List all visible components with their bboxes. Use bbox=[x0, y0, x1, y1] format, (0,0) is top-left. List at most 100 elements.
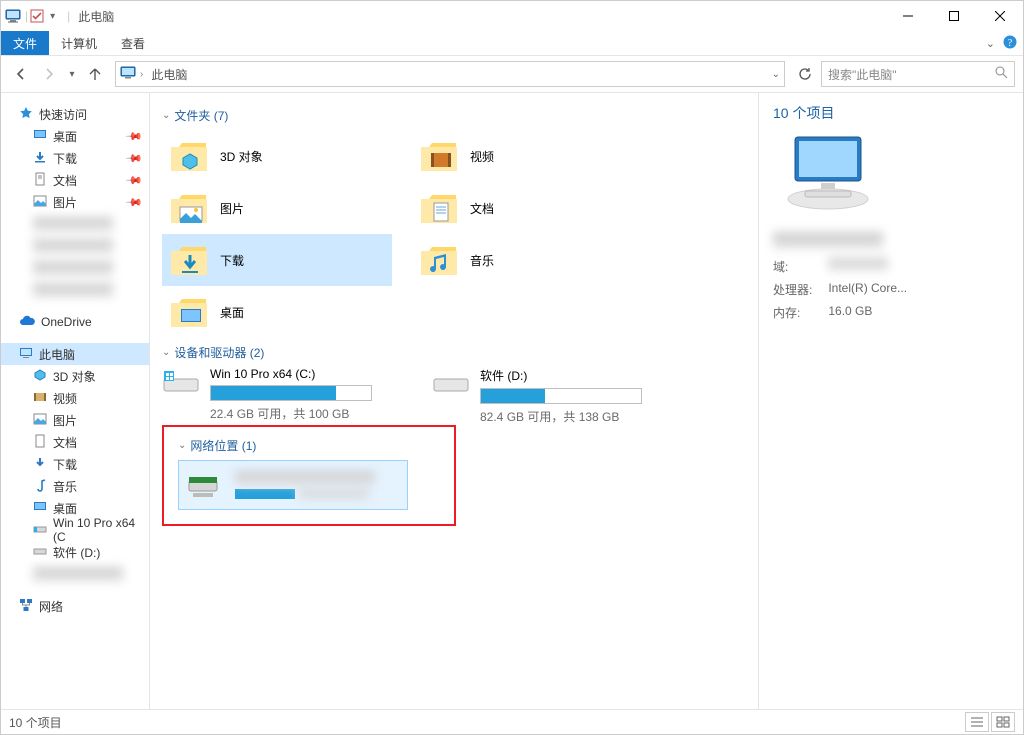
content-area: 快速访问 桌面📌 下载📌 文档📌 图片📌 bbox=[1, 93, 1023, 709]
maximize-button[interactable] bbox=[931, 1, 977, 31]
folder-documents[interactable]: 文档 bbox=[412, 182, 642, 234]
pc-large-icon bbox=[781, 133, 1009, 216]
sidebar-item-label: 桌面 bbox=[53, 500, 77, 517]
sidebar-item-label: 视频 bbox=[53, 390, 77, 407]
documents-icon bbox=[33, 172, 47, 189]
folder-pictures[interactable]: 图片 bbox=[162, 182, 392, 234]
qat-chevron-icon[interactable]: ▾ bbox=[46, 11, 59, 22]
quick-access-toolbar: | ▾ bbox=[25, 9, 59, 23]
tab-view[interactable]: 查看 bbox=[109, 31, 157, 55]
desktop-icon bbox=[33, 500, 47, 517]
group-header-network[interactable]: ⌄ 网络位置 (1) bbox=[178, 437, 440, 454]
folder-label: 音乐 bbox=[470, 252, 494, 269]
sidebar-qa-downloads[interactable]: 下载📌 bbox=[1, 147, 149, 169]
folder-3d-objects[interactable]: 3D 对象 bbox=[162, 130, 392, 182]
sidebar-qa-blurred-2[interactable] bbox=[1, 235, 149, 257]
sidebar-qa-documents[interactable]: 文档 📌 bbox=[1, 169, 149, 191]
view-icons-button[interactable] bbox=[991, 712, 1015, 732]
qat-sep: | bbox=[25, 9, 28, 23]
sidebar-qa-blurred-1[interactable] bbox=[1, 213, 149, 235]
status-bar: 10 个项目 bbox=[1, 709, 1023, 734]
pictures-icon bbox=[33, 194, 47, 211]
pin-icon: 📌 bbox=[125, 171, 144, 190]
sidebar-pc-downloads[interactable]: 下载 bbox=[1, 453, 149, 475]
desktop-icon bbox=[33, 128, 47, 145]
sidebar-onedrive[interactable]: OneDrive bbox=[1, 311, 149, 333]
help-icon[interactable]: ? bbox=[1003, 35, 1017, 52]
titlebar: | ▾ | 此电脑 bbox=[1, 1, 1023, 31]
details-val-blurred bbox=[828, 258, 888, 270]
sidebar-item-label: 文档 bbox=[53, 434, 77, 451]
network-highlight-box: ⌄ 网络位置 (1) bbox=[162, 425, 456, 526]
sidebar-network[interactable]: 网络 bbox=[1, 595, 149, 617]
navigation-pane: 快速访问 桌面📌 下载📌 文档📌 图片📌 bbox=[1, 93, 150, 709]
sidebar-qa-blurred-4[interactable] bbox=[1, 279, 149, 301]
sidebar-pc-pictures[interactable]: 图片 bbox=[1, 409, 149, 431]
tab-computer[interactable]: 计算机 bbox=[49, 31, 109, 55]
group-title: 网络位置 (1) bbox=[190, 437, 256, 454]
details-val-cpu: Intel(R) Core... bbox=[828, 281, 1009, 298]
network-sub-blurred bbox=[299, 489, 369, 499]
sidebar-pc-music[interactable]: 音乐 bbox=[1, 475, 149, 497]
folder-icon bbox=[418, 137, 460, 175]
pc-icon bbox=[120, 65, 136, 84]
details-name-blurred bbox=[773, 232, 883, 248]
documents-icon bbox=[33, 434, 47, 451]
sidebar-pc-drive-d[interactable]: 软件 (D:) bbox=[1, 541, 149, 563]
sidebar-item-label: OneDrive bbox=[41, 315, 92, 329]
address-bar[interactable]: › 此电脑 ⌄ bbox=[115, 61, 785, 87]
pin-icon: 📌 bbox=[125, 193, 144, 212]
sidebar-item-label: 音乐 bbox=[53, 478, 77, 495]
file-list: ⌄ 文件夹 (7) 3D 对象 视频 图片 bbox=[150, 93, 758, 709]
qat-properties-icon[interactable] bbox=[30, 9, 44, 23]
folder-videos[interactable]: 视频 bbox=[412, 130, 642, 182]
folder-label: 3D 对象 bbox=[220, 148, 263, 165]
sidebar-pc-documents[interactable]: 文档 bbox=[1, 431, 149, 453]
drive-d[interactable]: 软件 (D:) 82.4 GB 可用，共 138 GB bbox=[432, 367, 662, 425]
sidebar-pc-videos[interactable]: 视频 bbox=[1, 387, 149, 409]
sidebar-this-pc[interactable]: 此电脑 bbox=[1, 343, 149, 365]
drive-icon bbox=[33, 544, 47, 561]
sidebar-item-label: Win 10 Pro x64 (C bbox=[53, 516, 149, 544]
close-button[interactable] bbox=[977, 1, 1023, 31]
sidebar-item-label: 桌面 bbox=[53, 128, 77, 145]
up-button[interactable] bbox=[83, 62, 107, 86]
ribbon-expand-icon[interactable]: ⌄ bbox=[986, 37, 995, 50]
folders-container: 3D 对象 视频 图片 文档 bbox=[162, 130, 702, 338]
search-box[interactable]: 搜索"此电脑" bbox=[821, 61, 1015, 87]
forward-button[interactable] bbox=[37, 62, 61, 86]
sidebar-qa-desktop[interactable]: 桌面📌 bbox=[1, 125, 149, 147]
folder-label: 下载 bbox=[220, 252, 244, 269]
sidebar-quick-access[interactable]: 快速访问 bbox=[1, 103, 149, 125]
folder-desktop[interactable]: 桌面 bbox=[162, 286, 392, 338]
sidebar-item-label: 网络 bbox=[39, 598, 63, 615]
sidebar-item-label: 下载 bbox=[53, 150, 77, 167]
folder-music[interactable]: 音乐 bbox=[412, 234, 642, 286]
group-header-folders[interactable]: ⌄ 文件夹 (7) bbox=[162, 107, 746, 124]
breadcrumb-this-pc[interactable]: 此电脑 bbox=[147, 66, 191, 83]
recent-locations-button[interactable]: ▾ bbox=[65, 62, 79, 86]
sidebar-pc-drive-c[interactable]: Win 10 Pro x64 (C bbox=[1, 519, 149, 541]
sidebar-qa-pictures[interactable]: 图片📌 bbox=[1, 191, 149, 213]
sidebar-pc-3d[interactable]: 3D 对象 bbox=[1, 365, 149, 387]
folder-downloads[interactable]: 下载 bbox=[162, 234, 392, 286]
view-details-button[interactable] bbox=[965, 712, 989, 732]
sidebar-item-label: 文档 bbox=[53, 172, 77, 189]
refresh-button[interactable] bbox=[793, 62, 817, 86]
network-icon bbox=[19, 598, 33, 615]
pictures-icon bbox=[33, 412, 47, 429]
group-header-drives[interactable]: ⌄ 设备和驱动器 (2) bbox=[162, 344, 746, 361]
folder-icon bbox=[168, 189, 210, 227]
sidebar-qa-blurred-3[interactable] bbox=[1, 257, 149, 279]
back-button[interactable] bbox=[9, 62, 33, 86]
network-location-item[interactable] bbox=[178, 460, 408, 510]
sidebar-pc-blurred[interactable] bbox=[1, 563, 149, 585]
drive-c[interactable]: Win 10 Pro x64 (C:) 22.4 GB 可用，共 100 GB bbox=[162, 367, 392, 425]
minimize-button[interactable] bbox=[885, 1, 931, 31]
address-dropdown-icon[interactable]: ⌄ bbox=[772, 69, 780, 80]
downloads-icon bbox=[33, 456, 47, 473]
chevron-down-icon: ⌄ bbox=[162, 347, 170, 358]
chevron-down-icon: ⌄ bbox=[162, 110, 170, 121]
tab-file[interactable]: 文件 bbox=[1, 31, 49, 55]
drives-container: Win 10 Pro x64 (C:) 22.4 GB 可用，共 100 GB … bbox=[162, 367, 746, 425]
